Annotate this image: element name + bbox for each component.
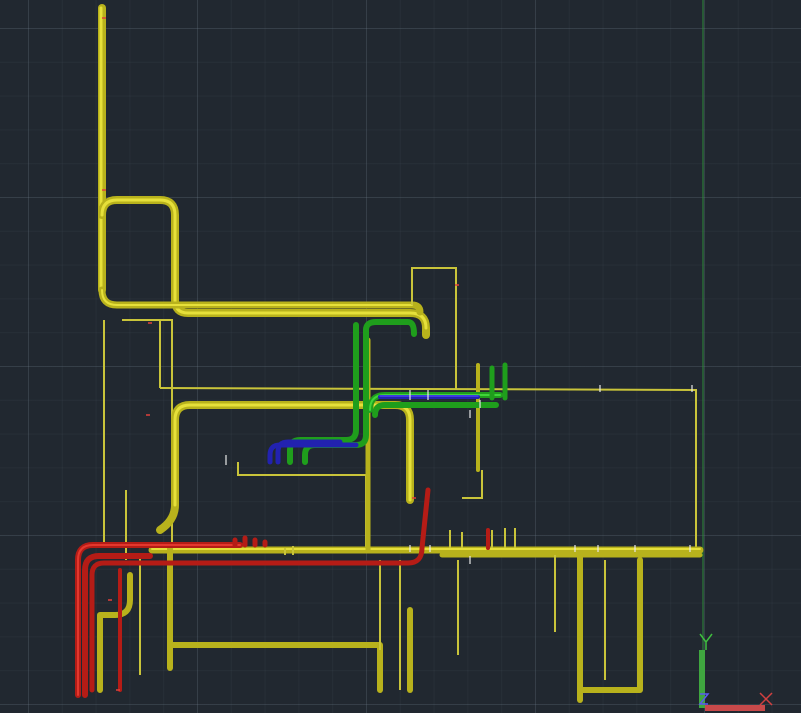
ucs-y-arrow-icon bbox=[699, 633, 713, 650]
yellow-pipe-u-bend[interactable] bbox=[577, 557, 643, 693]
green-pipe-2[interactable] bbox=[363, 319, 417, 337]
model-space-viewport[interactable] bbox=[0, 0, 801, 713]
yellow-thin-line-inner bbox=[122, 319, 173, 545]
yellow-thin-small-branch bbox=[462, 470, 483, 499]
pipe-drawing bbox=[75, 0, 773, 711]
red-markers bbox=[102, 17, 459, 691]
yellow-pipe-loop-highlight bbox=[100, 198, 428, 330]
yellow-pipe-system[interactable] bbox=[97, 4, 704, 703]
yellow-pipe-header[interactable] bbox=[98, 286, 424, 316]
yellow-thin-line-branch bbox=[237, 462, 367, 550]
yellow-thin-line-long bbox=[159, 387, 697, 548]
yellow-pipe-left-lower[interactable] bbox=[97, 572, 133, 693]
yellow-pipe-lower-run[interactable] bbox=[169, 642, 383, 693]
ucs-icon bbox=[698, 633, 765, 711]
yellow-thin-line-top bbox=[411, 267, 457, 390]
yellow-pipe-mid-loop[interactable] bbox=[156, 401, 414, 534]
crosshair-icon bbox=[759, 692, 773, 706]
ucs-x-axis-bar bbox=[705, 705, 765, 711]
yellow-pipe-loop[interactable] bbox=[98, 196, 430, 339]
